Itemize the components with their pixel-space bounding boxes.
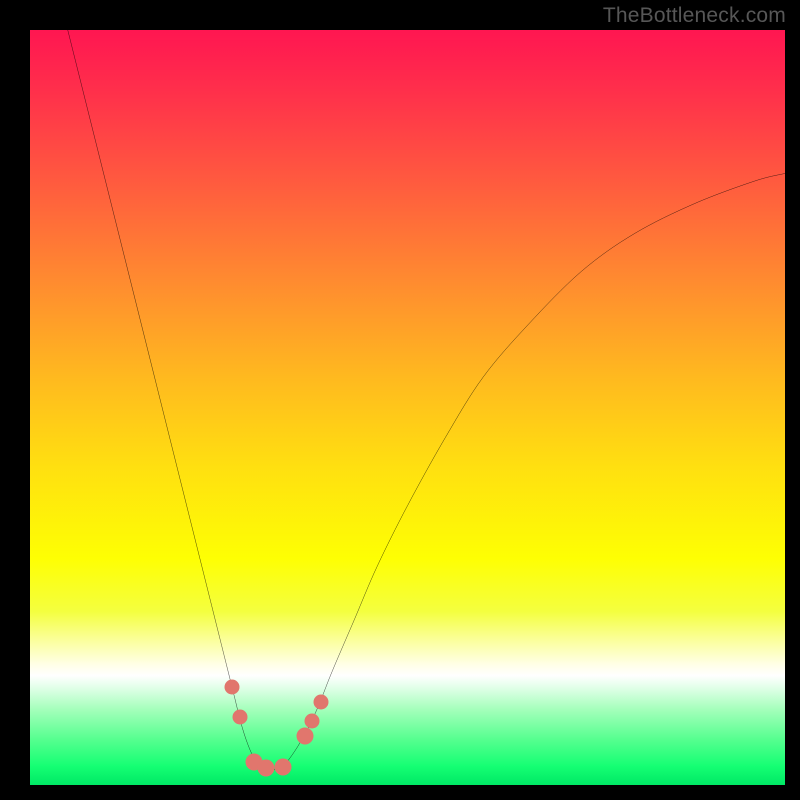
watermark-text: TheBottleneck.com — [603, 4, 786, 28]
data-markers — [30, 30, 785, 785]
data-marker — [258, 759, 275, 776]
data-marker — [225, 679, 240, 694]
data-marker — [232, 710, 247, 725]
data-marker — [296, 727, 313, 744]
data-marker — [274, 758, 291, 775]
data-marker — [304, 713, 319, 728]
data-marker — [313, 694, 328, 709]
plot-area — [30, 30, 785, 785]
